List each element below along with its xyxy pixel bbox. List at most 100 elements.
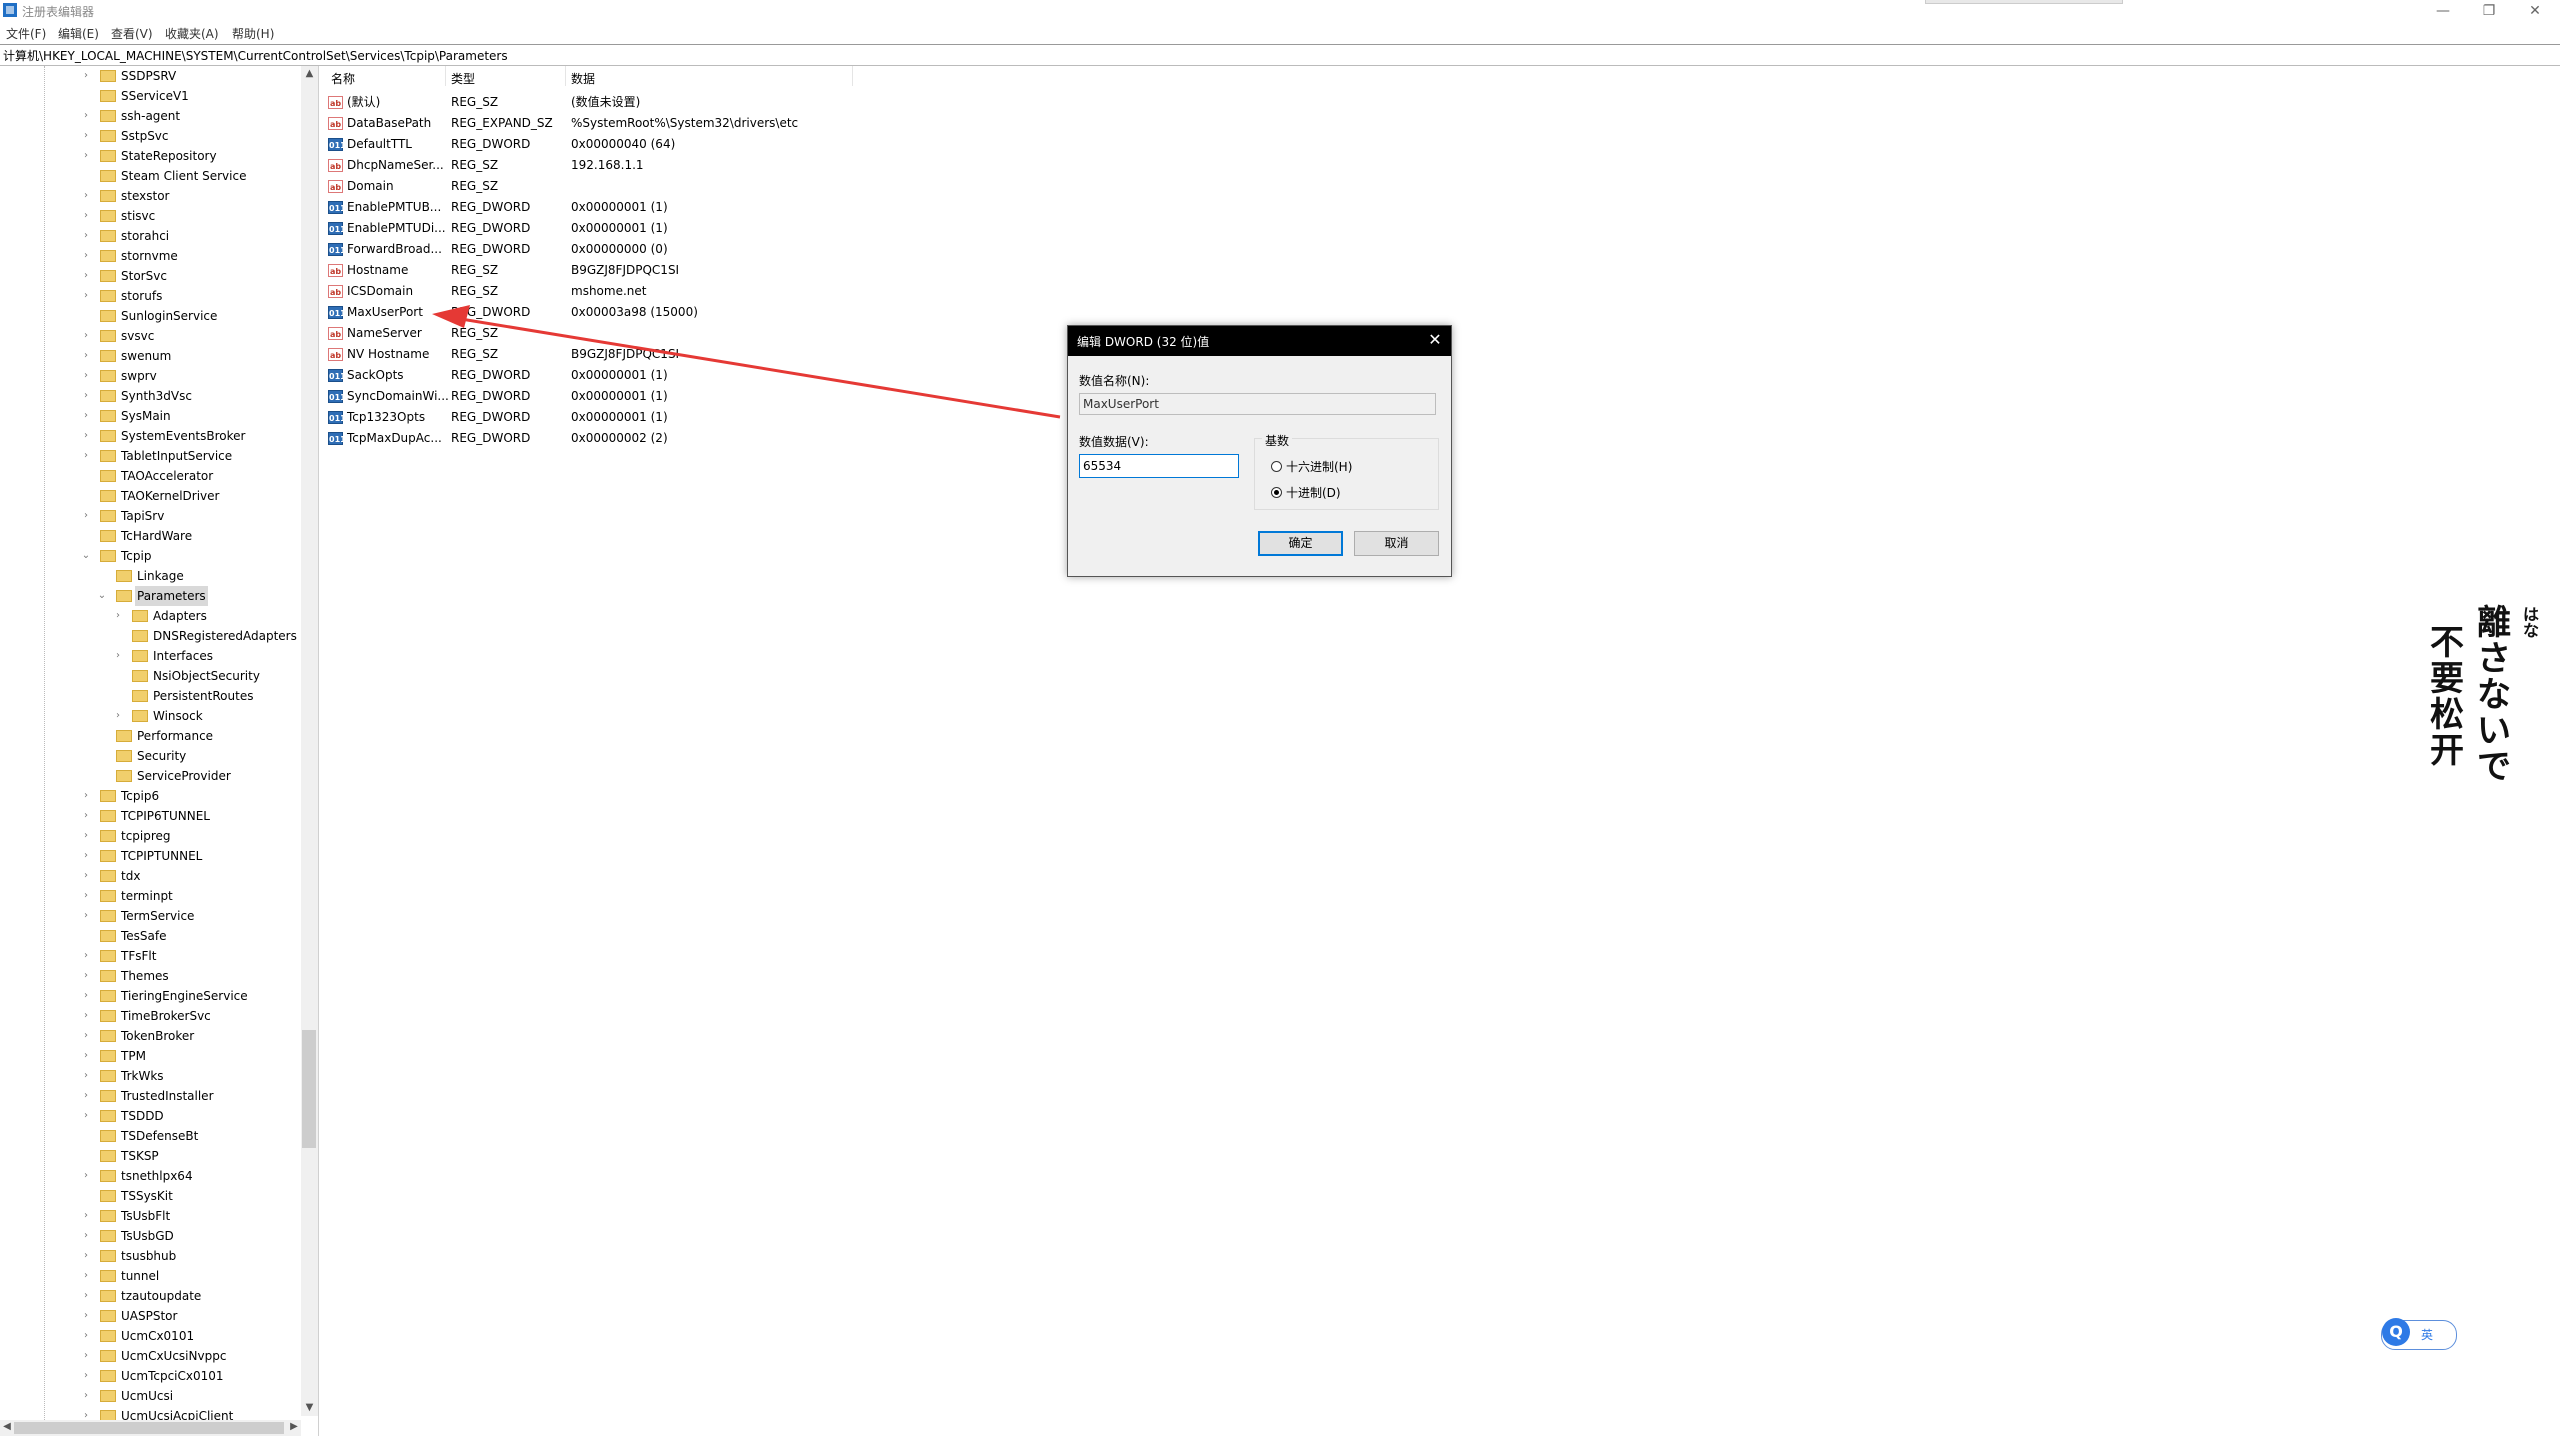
collapsed-chevron-icon[interactable]: › [80,266,92,286]
value-row[interactable]: 011 ForwardBroad... REG_DWORD 0x00000000 (0… [328,239,928,260]
collapsed-chevron-icon[interactable]: › [80,1306,92,1326]
tree-hscroll-thumb[interactable] [14,1422,284,1434]
column-header-name[interactable]: 名称 [331,70,355,87]
collapsed-chevron-icon[interactable]: › [80,326,92,346]
column-separator[interactable] [852,66,853,86]
value-row[interactable]: 011 Tcp1323Opts REG_DWORD 0x00000001 (1) [328,407,928,428]
registry-tree[interactable]: › SSDPSRV SServiceV1 › ssh-agent › SstpSvc › Sta… [0,66,319,1436]
collapsed-chevron-icon[interactable]: › [80,786,92,806]
collapsed-chevron-icon[interactable]: › [80,1326,92,1346]
scroll-up-icon[interactable]: ▲ [301,68,318,82]
value-row[interactable]: 011 EnablePMTUDi... REG_DWORD 0x00000001 (1… [328,218,928,239]
collapsed-chevron-icon[interactable]: › [80,386,92,406]
collapsed-chevron-icon[interactable]: › [80,406,92,426]
collapsed-chevron-icon[interactable]: › [80,286,92,306]
collapsed-chevron-icon[interactable]: › [80,1366,92,1386]
collapsed-chevron-icon[interactable]: › [80,1046,92,1066]
dialog-close-icon[interactable]: ✕ [1425,330,1445,349]
collapsed-chevron-icon[interactable]: › [80,946,92,966]
collapsed-chevron-icon[interactable]: › [80,1026,92,1046]
collapsed-chevron-icon[interactable]: › [80,1206,92,1226]
value-row[interactable]: ab DataBasePath REG_EXPAND_SZ %SystemRoot%\… [328,113,928,134]
collapsed-chevron-icon[interactable]: › [80,806,92,826]
value-row[interactable]: ab ICSDomain REG_SZ mshome.net [328,281,928,302]
collapsed-chevron-icon[interactable]: › [112,706,124,726]
collapsed-chevron-icon[interactable]: › [80,1386,92,1406]
menu-view[interactable]: 查看(V) [111,25,153,42]
collapsed-chevron-icon[interactable]: › [112,646,124,666]
decimal-radio[interactable] [1271,487,1282,498]
collapsed-chevron-icon[interactable]: › [112,606,124,626]
collapsed-chevron-icon[interactable]: › [80,426,92,446]
value-row[interactable]: 011 SackOpts REG_DWORD 0x00000001 (1) [328,365,928,386]
hex-radio[interactable] [1271,461,1282,472]
minimize-button[interactable]: — [2420,0,2466,22]
menu-file[interactable]: 文件(F) [6,25,46,42]
collapsed-chevron-icon[interactable]: › [80,1226,92,1246]
collapsed-chevron-icon[interactable]: › [80,1346,92,1366]
ok-button[interactable]: 确定 [1258,531,1343,556]
collapsed-chevron-icon[interactable]: › [80,446,92,466]
expanded-chevron-icon[interactable]: ⌄ [80,546,92,566]
hex-radio-label[interactable]: 十六进制(H) [1286,458,1352,475]
collapsed-chevron-icon[interactable]: › [80,886,92,906]
decimal-radio-label[interactable]: 十进制(D) [1286,484,1341,501]
value-row[interactable]: ab NameServer REG_SZ [328,323,928,344]
collapsed-chevron-icon[interactable]: › [80,1266,92,1286]
column-separator[interactable] [565,66,566,86]
restore-button[interactable]: ❐ [2466,0,2512,22]
expanded-chevron-icon[interactable]: ⌄ [96,586,108,606]
collapsed-chevron-icon[interactable]: › [80,346,92,366]
ime-language[interactable]: 英 [2421,1326,2433,1343]
collapsed-chevron-icon[interactable]: › [80,1246,92,1266]
tree-vertical-scrollbar[interactable] [301,66,318,1416]
address-path[interactable]: 计算机\HKEY_LOCAL_MACHINE\SYSTEM\CurrentCon… [3,47,508,64]
value-row[interactable]: 011 DefaultTTL REG_DWORD 0x00000040 (64) [328,134,928,155]
collapsed-chevron-icon[interactable]: › [80,146,92,166]
cancel-button[interactable]: 取消 [1354,531,1439,556]
column-separator[interactable] [445,66,446,86]
value-row[interactable]: ab NV Hostname REG_SZ B9GZJ8FJDPQC1SI [328,344,928,365]
value-row[interactable]: 011 EnablePMTUB... REG_DWORD 0x00000001 (1) [328,197,928,218]
collapsed-chevron-icon[interactable]: › [80,846,92,866]
collapsed-chevron-icon[interactable]: › [80,226,92,246]
collapsed-chevron-icon[interactable]: › [80,246,92,266]
value-row[interactable]: ab DhcpNameSer... REG_SZ 192.168.1.1 [328,155,928,176]
collapsed-chevron-icon[interactable]: › [80,1086,92,1106]
menu-help[interactable]: 帮助(H) [232,25,274,42]
collapsed-chevron-icon[interactable]: › [80,1286,92,1306]
collapsed-chevron-icon[interactable]: › [80,506,92,526]
collapsed-chevron-icon[interactable]: › [80,366,92,386]
collapsed-chevron-icon[interactable]: › [80,826,92,846]
tree-scroll-thumb[interactable] [302,1030,316,1148]
ime-search-icon[interactable]: Q [2382,1318,2410,1346]
value-row[interactable]: 011 SyncDomainWi... REG_DWORD 0x00000001 (1… [328,386,928,407]
scroll-left-icon[interactable]: ◀ [0,1421,14,1435]
collapsed-chevron-icon[interactable]: › [80,1106,92,1126]
value-data-input[interactable]: 65534 [1079,454,1239,478]
column-header-type[interactable]: 类型 [451,70,475,87]
menu-favorites[interactable]: 收藏夹(A) [165,25,219,42]
collapsed-chevron-icon[interactable]: › [80,866,92,886]
scroll-right-icon[interactable]: ▶ [287,1421,301,1435]
value-row[interactable]: ab Domain REG_SZ [328,176,928,197]
collapsed-chevron-icon[interactable]: › [80,106,92,126]
column-header-data[interactable]: 数据 [571,70,595,87]
collapsed-chevron-icon[interactable]: › [80,66,92,86]
value-row[interactable]: ab (默认) REG_SZ (数值未设置) [328,92,928,113]
value-row[interactable]: ab Hostname REG_SZ B9GZJ8FJDPQC1SI [328,260,928,281]
collapsed-chevron-icon[interactable]: › [80,966,92,986]
collapsed-chevron-icon[interactable]: › [80,186,92,206]
close-button[interactable]: ✕ [2512,0,2558,22]
value-row[interactable]: 011 MaxUserPort REG_DWORD 0x00003a98 (15000… [328,302,928,323]
value-row[interactable]: 011 TcpMaxDupAc... REG_DWORD 0x00000002 (2) [328,428,928,449]
menu-edit[interactable]: 编辑(E) [58,25,99,42]
collapsed-chevron-icon[interactable]: › [80,1066,92,1086]
collapsed-chevron-icon[interactable]: › [80,126,92,146]
collapsed-chevron-icon[interactable]: › [80,1166,92,1186]
collapsed-chevron-icon[interactable]: › [80,906,92,926]
scroll-down-icon[interactable]: ▼ [301,1402,318,1416]
collapsed-chevron-icon[interactable]: › [80,986,92,1006]
collapsed-chevron-icon[interactable]: › [80,1006,92,1026]
collapsed-chevron-icon[interactable]: › [80,206,92,226]
